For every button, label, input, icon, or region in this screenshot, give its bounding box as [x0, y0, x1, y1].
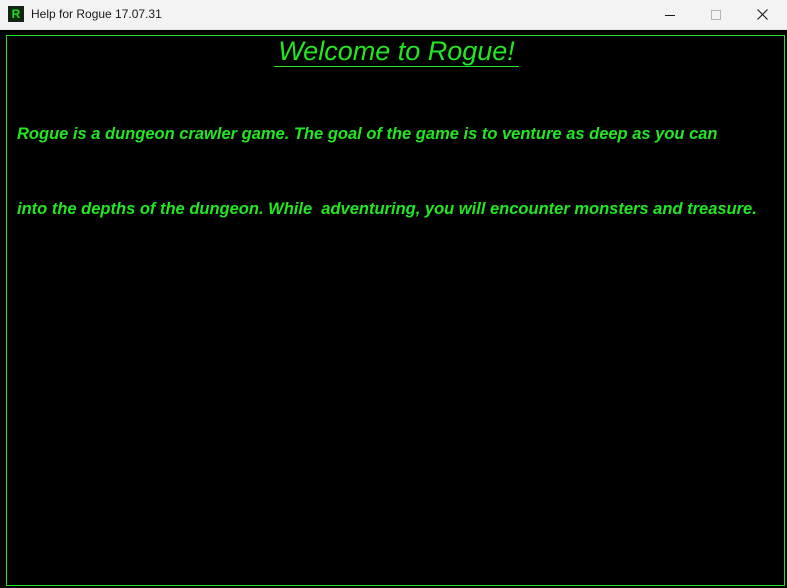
close-icon [756, 9, 768, 20]
help-window: R Help for Rogue 17.07.31 Welcome to Rog… [0, 0, 787, 588]
help-body-line: Rogue is a dungeon crawler game. The goa… [17, 125, 718, 143]
close-button[interactable] [739, 0, 785, 29]
minimize-button[interactable] [647, 0, 693, 29]
help-heading: Welcome to Rogue! [7, 36, 786, 67]
maximize-button[interactable] [693, 0, 739, 29]
title-bar[interactable]: R Help for Rogue 17.07.31 [0, 0, 787, 30]
minimize-icon [665, 14, 675, 16]
maximize-icon [711, 9, 721, 20]
help-body-line: into the depths of the dungeon. While ad… [17, 200, 757, 218]
rogue-app-icon[interactable]: R [8, 6, 24, 22]
help-heading-text: Welcome to Rogue! [274, 36, 519, 67]
help-body-text: Rogue is a dungeon crawler game. The goa… [17, 72, 782, 272]
help-content-area[interactable]: Welcome to Rogue! Rogue is a dungeon cra… [6, 35, 785, 586]
window-title: Help for Rogue 17.07.31 [31, 7, 162, 21]
